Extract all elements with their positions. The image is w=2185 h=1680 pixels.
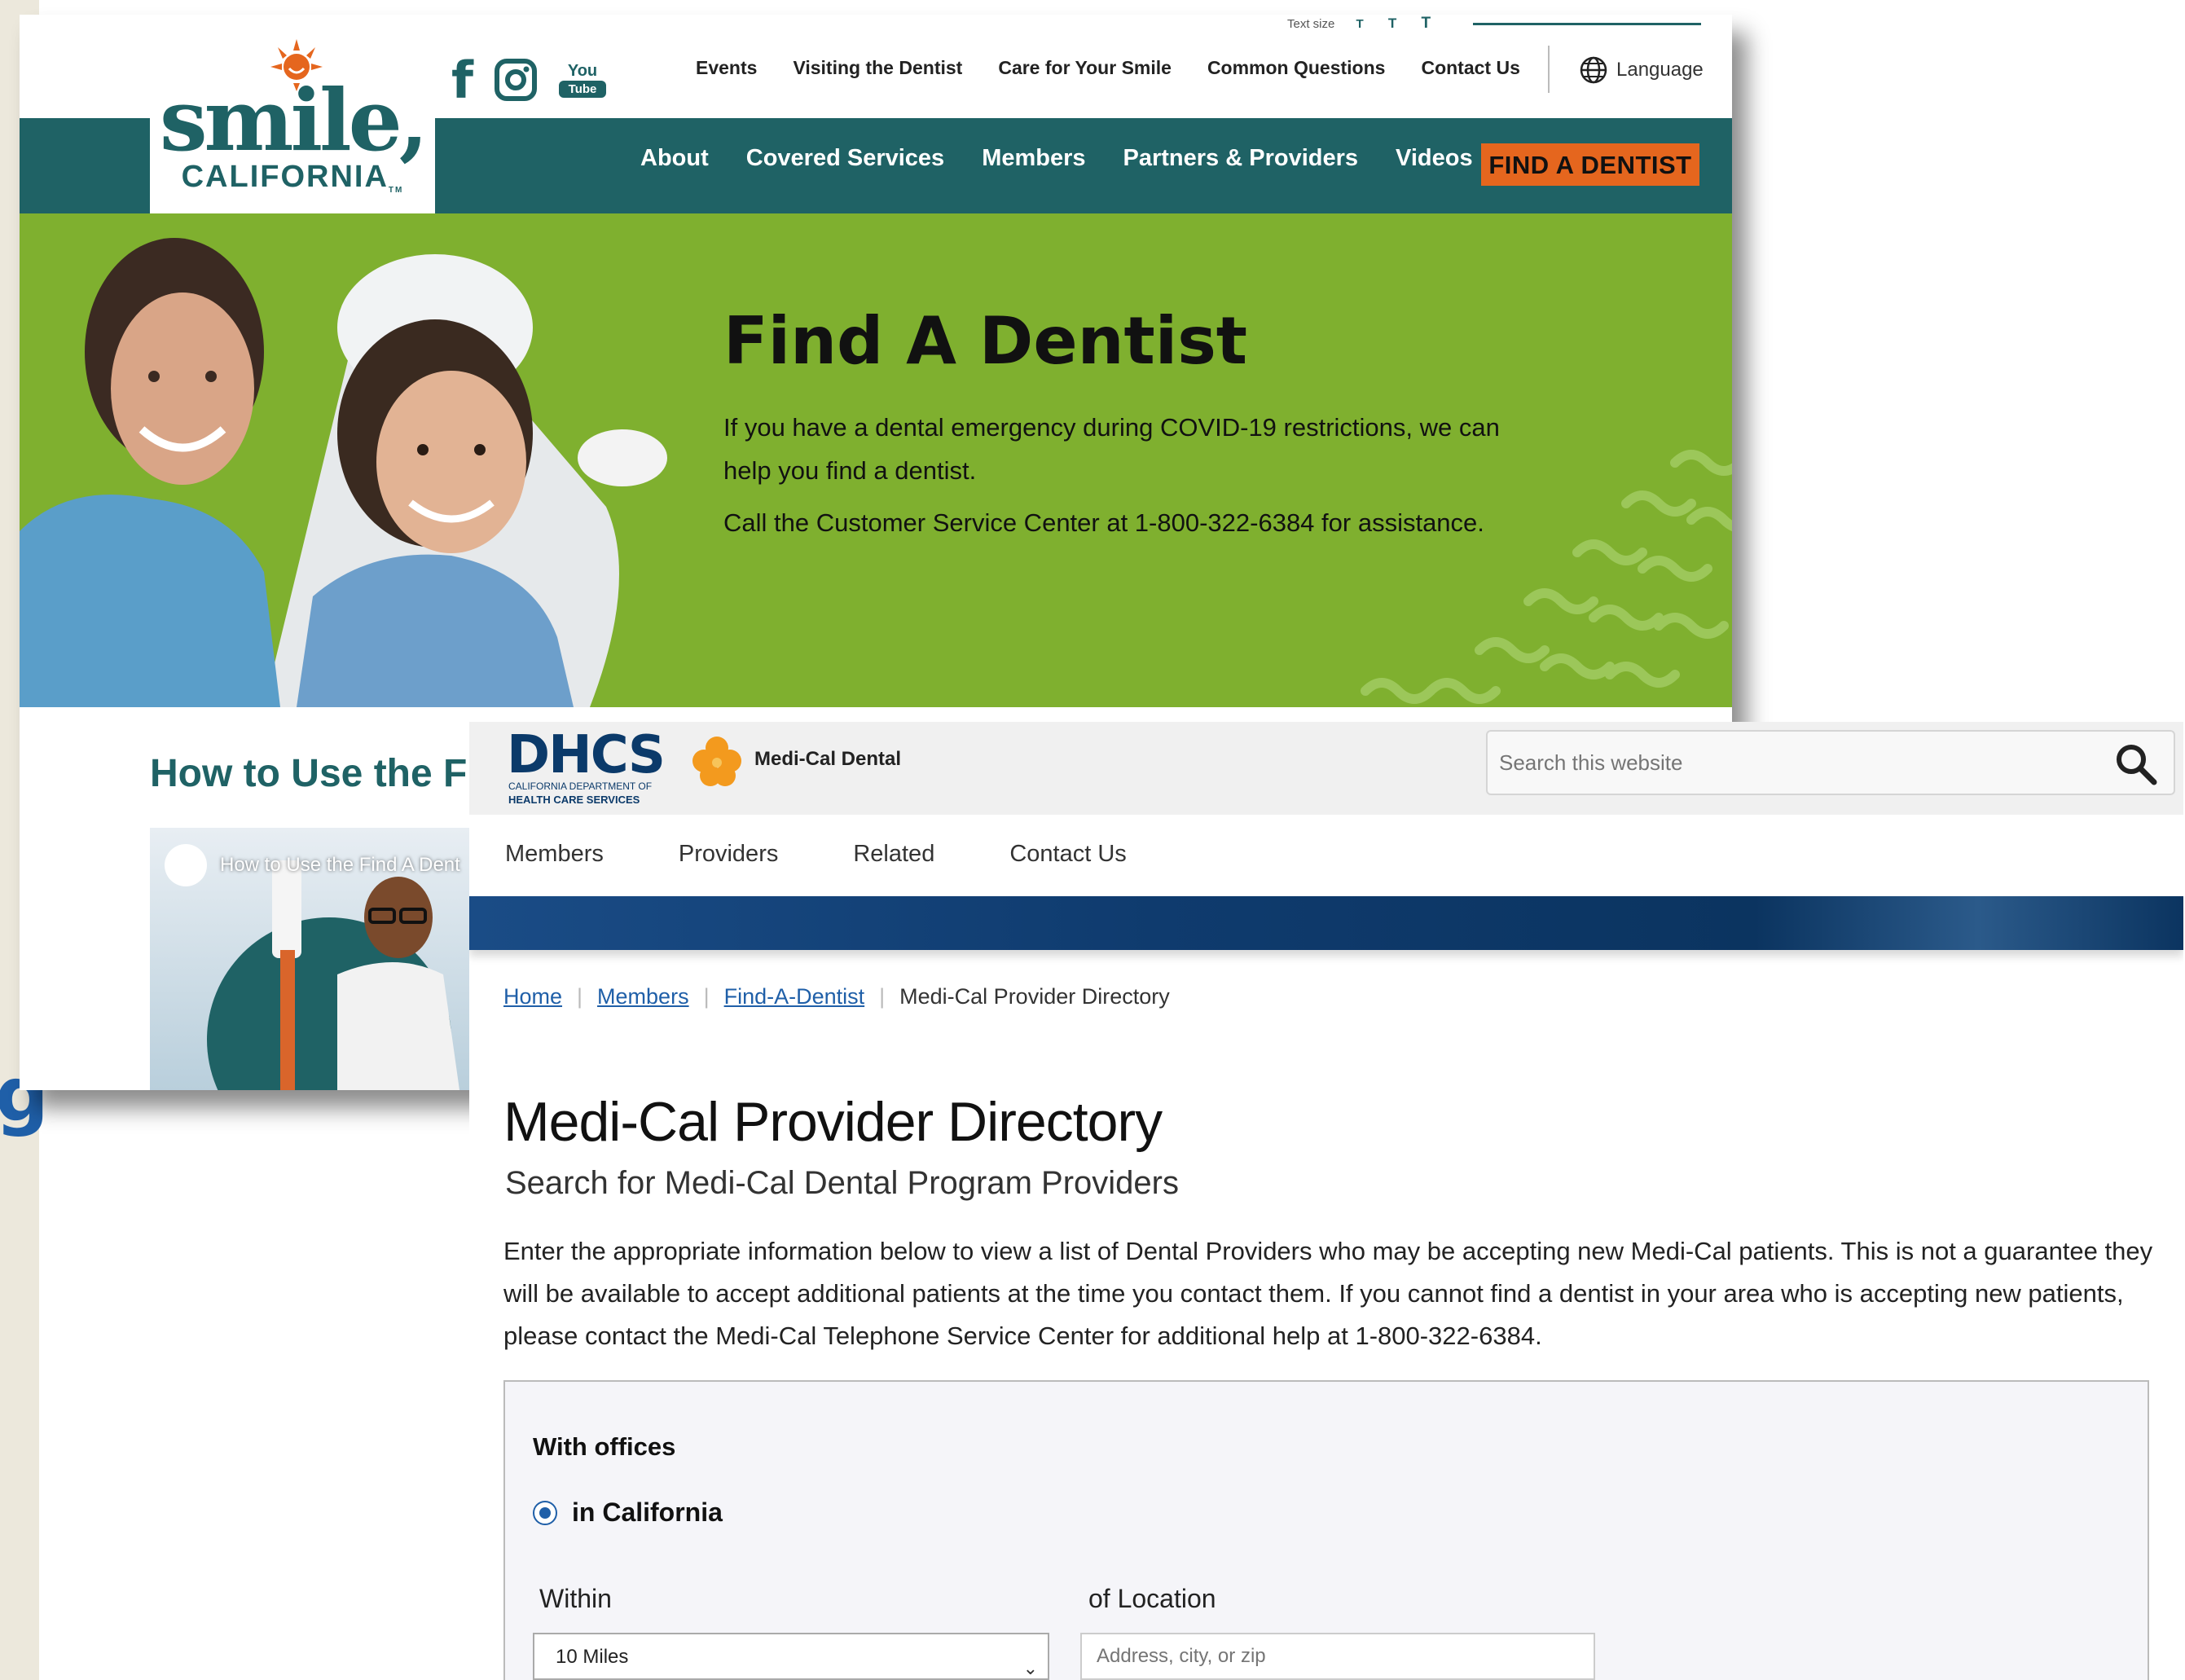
radio-selected-dot — [539, 1507, 551, 1519]
poppy-flower-icon — [692, 737, 741, 786]
globe-icon — [1580, 56, 1607, 84]
breadcrumb-members[interactable]: Members — [597, 984, 689, 1009]
utility-nav: Events Visiting the Dentist Care for You… — [696, 57, 1556, 79]
nav-covered-services[interactable]: Covered Services — [746, 145, 944, 172]
decorative-wave-pattern — [1361, 450, 1732, 704]
smile-california-logo[interactable]: smile, CALIFORNIATM — [150, 15, 435, 213]
in-california-radio[interactable] — [533, 1501, 557, 1525]
text-size-control: Text size T T T — [1287, 15, 1431, 33]
chevron-down-icon: ⌄ — [1022, 1658, 1038, 1678]
nav-members[interactable]: Members — [982, 145, 1085, 172]
breadcrumb-find-a-dentist[interactable]: Find-A-Dentist — [724, 984, 865, 1009]
page-title: Medi-Cal Provider Directory — [503, 1091, 1163, 1153]
video-title: How to Use the Find A Dent — [220, 854, 460, 876]
breadcrumb-separator: | — [703, 984, 710, 1009]
hero-banner: Find A Dentist If you have a dental emer… — [20, 213, 1732, 707]
section-heading: How to Use the F — [150, 752, 468, 795]
language-selector[interactable]: Language — [1579, 55, 1704, 85]
dhcs-logo[interactable]: DHCS — [507, 725, 666, 785]
dhcs-nav: Members Providers Related Contact Us — [505, 841, 1202, 868]
facebook-icon[interactable]: f — [451, 47, 473, 112]
program-name: Medi-Cal Dental — [754, 748, 902, 770]
with-offices-label: With offices — [533, 1432, 676, 1461]
nav-members[interactable]: Members — [505, 841, 604, 868]
location-label: of Location — [1088, 1584, 1216, 1613]
page-subtitle: Search for Medi-Cal Dental Program Provi… — [505, 1165, 1179, 1201]
nav-events[interactable]: Events — [696, 57, 757, 79]
dhcs-nav-bar: Members Providers Related Contact Us — [469, 815, 2183, 896]
hero-title: Find A Dentist — [723, 303, 1248, 379]
search-icon[interactable] — [2112, 740, 2161, 789]
breadcrumb-current: Medi-Cal Provider Directory — [899, 984, 1170, 1009]
nav-related[interactable]: Related — [853, 841, 934, 868]
nav-care-for-your-smile[interactable]: Care for Your Smile — [998, 57, 1172, 79]
nav-common-questions[interactable]: Common Questions — [1207, 57, 1386, 79]
nav-visiting-the-dentist[interactable]: Visiting the Dentist — [793, 57, 962, 79]
intro-paragraph: Enter the appropriate information below … — [503, 1237, 2153, 1350]
main-nav: About Covered Services Members Partners … — [640, 145, 1510, 172]
text-size-small-button[interactable]: T — [1356, 17, 1364, 31]
dhcs-logo-subtitle: CALIFORNIA DEPARTMENT OF — [508, 781, 653, 792]
youtube-icon[interactable]: You Tube — [559, 47, 606, 112]
nav-providers[interactable]: Providers — [679, 841, 779, 868]
channel-avatar — [165, 844, 207, 886]
text-size-medium-button[interactable]: T — [1388, 15, 1396, 31]
breadcrumb: Home | Members | Find-A-Dentist | Medi-C… — [503, 984, 1170, 1009]
breadcrumb-separator: | — [577, 984, 583, 1009]
logo-subtitle: CALIFORNIATM — [181, 160, 404, 195]
dhcs-provider-directory-screenshot: DHCS CALIFORNIA DEPARTMENT OF HEALTH CAR… — [469, 722, 2183, 1680]
text-size-label: Text size — [1287, 17, 1335, 31]
nav-divider — [1548, 46, 1550, 93]
search-input[interactable] — [1486, 730, 2175, 795]
instagram-icon[interactable] — [494, 47, 538, 112]
distance-select-value: 10 Miles — [556, 1646, 629, 1668]
nav-videos[interactable]: Videos — [1396, 145, 1473, 172]
breadcrumb-separator: | — [879, 984, 886, 1009]
in-california-label[interactable]: in California — [572, 1497, 723, 1528]
smile-search-input[interactable] — [1473, 15, 1701, 25]
decorative-banner-band — [469, 896, 2183, 950]
nav-contact-us[interactable]: Contact Us — [1009, 841, 1126, 868]
language-label: Language — [1616, 59, 1704, 81]
breadcrumb-home[interactable]: Home — [503, 984, 562, 1009]
nav-partners-providers[interactable]: Partners & Providers — [1123, 145, 1359, 172]
search-form: With offices in California Within of Loc… — [503, 1380, 2149, 1680]
distance-select[interactable]: 10 Miles ⌄ — [533, 1633, 1049, 1680]
find-a-dentist-button[interactable]: FIND A DENTIST — [1481, 143, 1699, 186]
nav-contact-us[interactable]: Contact Us — [1421, 57, 1519, 79]
video-thumbnail[interactable]: How to Use the Find A Dent — [150, 828, 492, 1090]
dhcs-logo-subtitle-bold: HEALTH CARE SERVICES — [508, 794, 640, 806]
within-label: Within — [539, 1584, 612, 1613]
location-input[interactable] — [1080, 1633, 1595, 1680]
nav-about[interactable]: About — [640, 145, 709, 172]
text-size-large-button[interactable]: T — [1421, 15, 1431, 32]
logo-wordmark: smile, — [160, 70, 429, 170]
